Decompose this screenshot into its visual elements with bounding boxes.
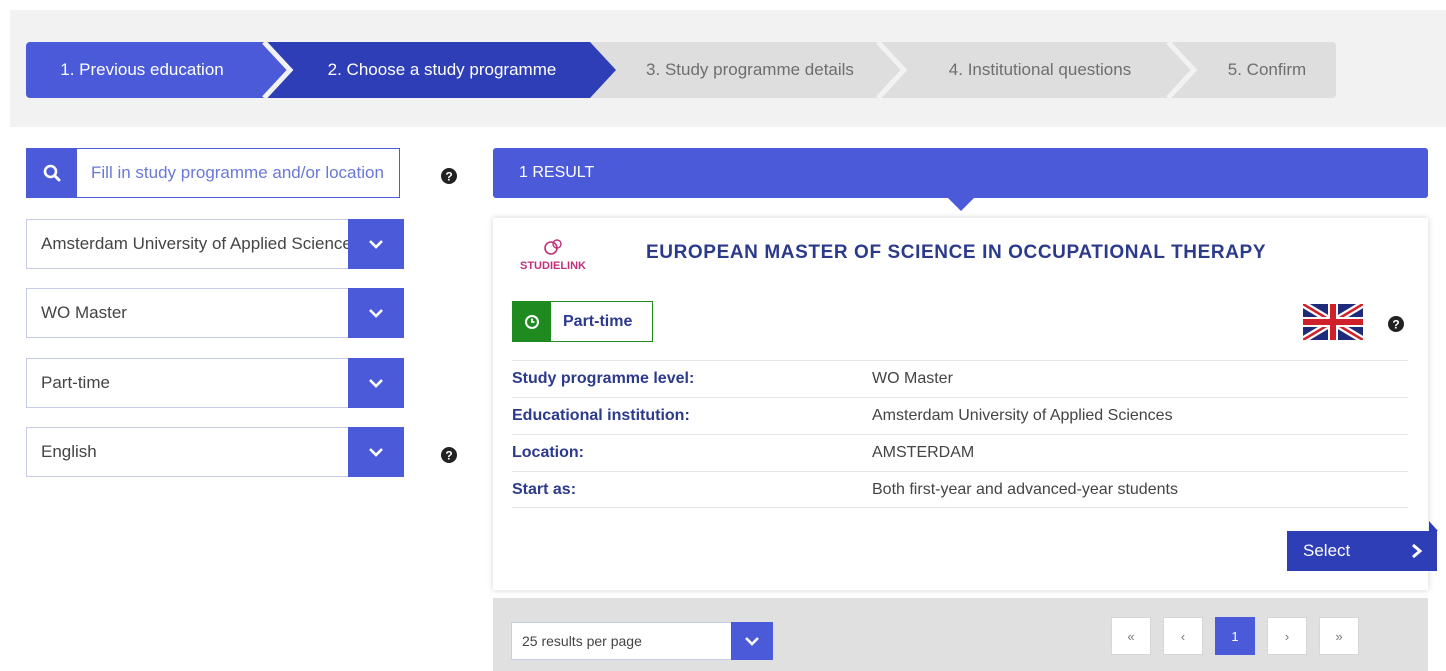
svg-text:?: ? — [445, 170, 452, 184]
language-dropdown-button[interactable] — [348, 427, 404, 477]
chevron-right-icon — [1412, 543, 1423, 559]
studielink-logo: STUDIELINK — [520, 239, 586, 272]
level-dropdown-button[interactable] — [348, 288, 404, 338]
result-card: STUDIELINK EUROPEAN MASTER OF SCIENCE IN… — [493, 218, 1438, 590]
step-previous-education[interactable]: 1. Previous education — [26, 42, 258, 98]
study-form-select[interactable]: Part-time — [26, 358, 404, 408]
current-page-button[interactable]: 1 — [1215, 617, 1255, 655]
step-label: 1. Previous education — [60, 60, 224, 79]
detail-key: Study programme level: — [512, 370, 695, 387]
step-label: 3. Study programme details — [646, 60, 854, 79]
chevron-down-icon — [369, 448, 383, 457]
results-per-page-dropdown-button[interactable] — [731, 622, 773, 660]
step-separator — [1162, 42, 1202, 98]
level-select[interactable]: WO Master — [26, 288, 404, 338]
detail-row-start-as: Start as: Both first-year and advanced-y… — [512, 471, 1408, 508]
results-footer: 25 results per page « ‹ 1 › » — [493, 598, 1428, 671]
clock-icon — [513, 302, 551, 341]
step-separator — [872, 42, 912, 98]
detail-row-level: Study programme level: WO Master — [512, 360, 1408, 397]
select-button-corner — [1429, 521, 1438, 531]
search-button[interactable] — [27, 149, 77, 197]
results-header-caret — [947, 197, 975, 211]
select-button-label: Select — [1303, 541, 1351, 560]
uk-flag-icon — [1303, 304, 1363, 340]
detail-key: Educational institution: — [512, 407, 690, 424]
step-study-programme-details[interactable]: 3. Study programme details — [592, 42, 882, 98]
institution-select-value: Amsterdam University of Applied Sciences — [41, 234, 348, 253]
step-separator — [248, 42, 298, 98]
question-circle-icon[interactable]: ? — [440, 446, 458, 464]
institution-select[interactable]: Amsterdam University of Applied Sciences — [26, 219, 404, 269]
step-label: 2. Choose a study programme — [327, 60, 557, 79]
chevron-down-icon — [369, 379, 383, 388]
detail-key: Start as: — [512, 480, 577, 498]
step-institutional-questions[interactable]: 4. Institutional questions — [882, 42, 1172, 98]
study-form-dropdown-button[interactable] — [348, 358, 404, 408]
step-label: 5. Confirm — [1227, 60, 1307, 79]
results-per-page-value: 25 results per page — [522, 633, 642, 649]
question-circle-icon[interactable]: ? — [440, 167, 458, 185]
study-form-select-value: Part-time — [41, 373, 110, 392]
pagination: « ‹ 1 › » — [1111, 617, 1359, 655]
study-form-badge: Part-time — [512, 301, 653, 342]
next-page-button[interactable]: › — [1267, 617, 1307, 655]
detail-value: Amsterdam University of Applied Sciences — [872, 407, 1173, 424]
progress-stepper: 1. Previous education 2. Choose a study … — [26, 42, 1336, 98]
detail-value: WO Master — [872, 370, 953, 387]
svg-text:?: ? — [1392, 318, 1399, 332]
search-box — [26, 148, 400, 198]
svg-text:?: ? — [445, 449, 452, 463]
institution-dropdown-button[interactable] — [348, 219, 404, 269]
programme-title[interactable]: EUROPEAN MASTER OF SCIENCE IN OCCUPATION… — [646, 242, 1266, 264]
results-count-label: 1 RESULT — [519, 164, 595, 181]
results-per-page-select[interactable]: 25 results per page — [511, 622, 773, 660]
detail-row-institution: Educational institution: Amsterdam Unive… — [512, 397, 1408, 434]
previous-page-button[interactable]: ‹ — [1163, 617, 1203, 655]
chevron-down-icon — [369, 240, 383, 249]
select-programme-button[interactable]: Select — [1287, 531, 1437, 571]
detail-row-location: Location: AMSTERDAM — [512, 434, 1408, 471]
last-page-button[interactable]: » — [1319, 617, 1359, 655]
search-input[interactable] — [77, 149, 399, 197]
detail-key: Location: — [512, 444, 584, 461]
chevron-down-icon — [745, 637, 759, 646]
language-select[interactable]: English — [26, 427, 404, 477]
question-circle-icon[interactable]: ? — [1387, 315, 1405, 333]
step-label: 4. Institutional questions — [948, 60, 1132, 79]
logo-text: STUDIELINK — [520, 260, 586, 272]
detail-value: Both first-year and advanced-year studen… — [872, 480, 1178, 498]
study-form-badge-label: Part-time — [563, 312, 633, 330]
first-page-button[interactable]: « — [1111, 617, 1151, 655]
step-choose-study-programme[interactable]: 2. Choose a study programme — [274, 42, 592, 98]
results-count-header: 1 RESULT — [493, 148, 1428, 198]
chevron-down-icon — [369, 309, 383, 318]
level-select-value: WO Master — [41, 303, 127, 322]
search-icon — [43, 164, 61, 182]
programme-details: Study programme level: WO Master Educati… — [512, 360, 1408, 508]
detail-value: AMSTERDAM — [872, 444, 975, 461]
language-select-value: English — [41, 442, 97, 461]
step-separator — [582, 42, 622, 98]
